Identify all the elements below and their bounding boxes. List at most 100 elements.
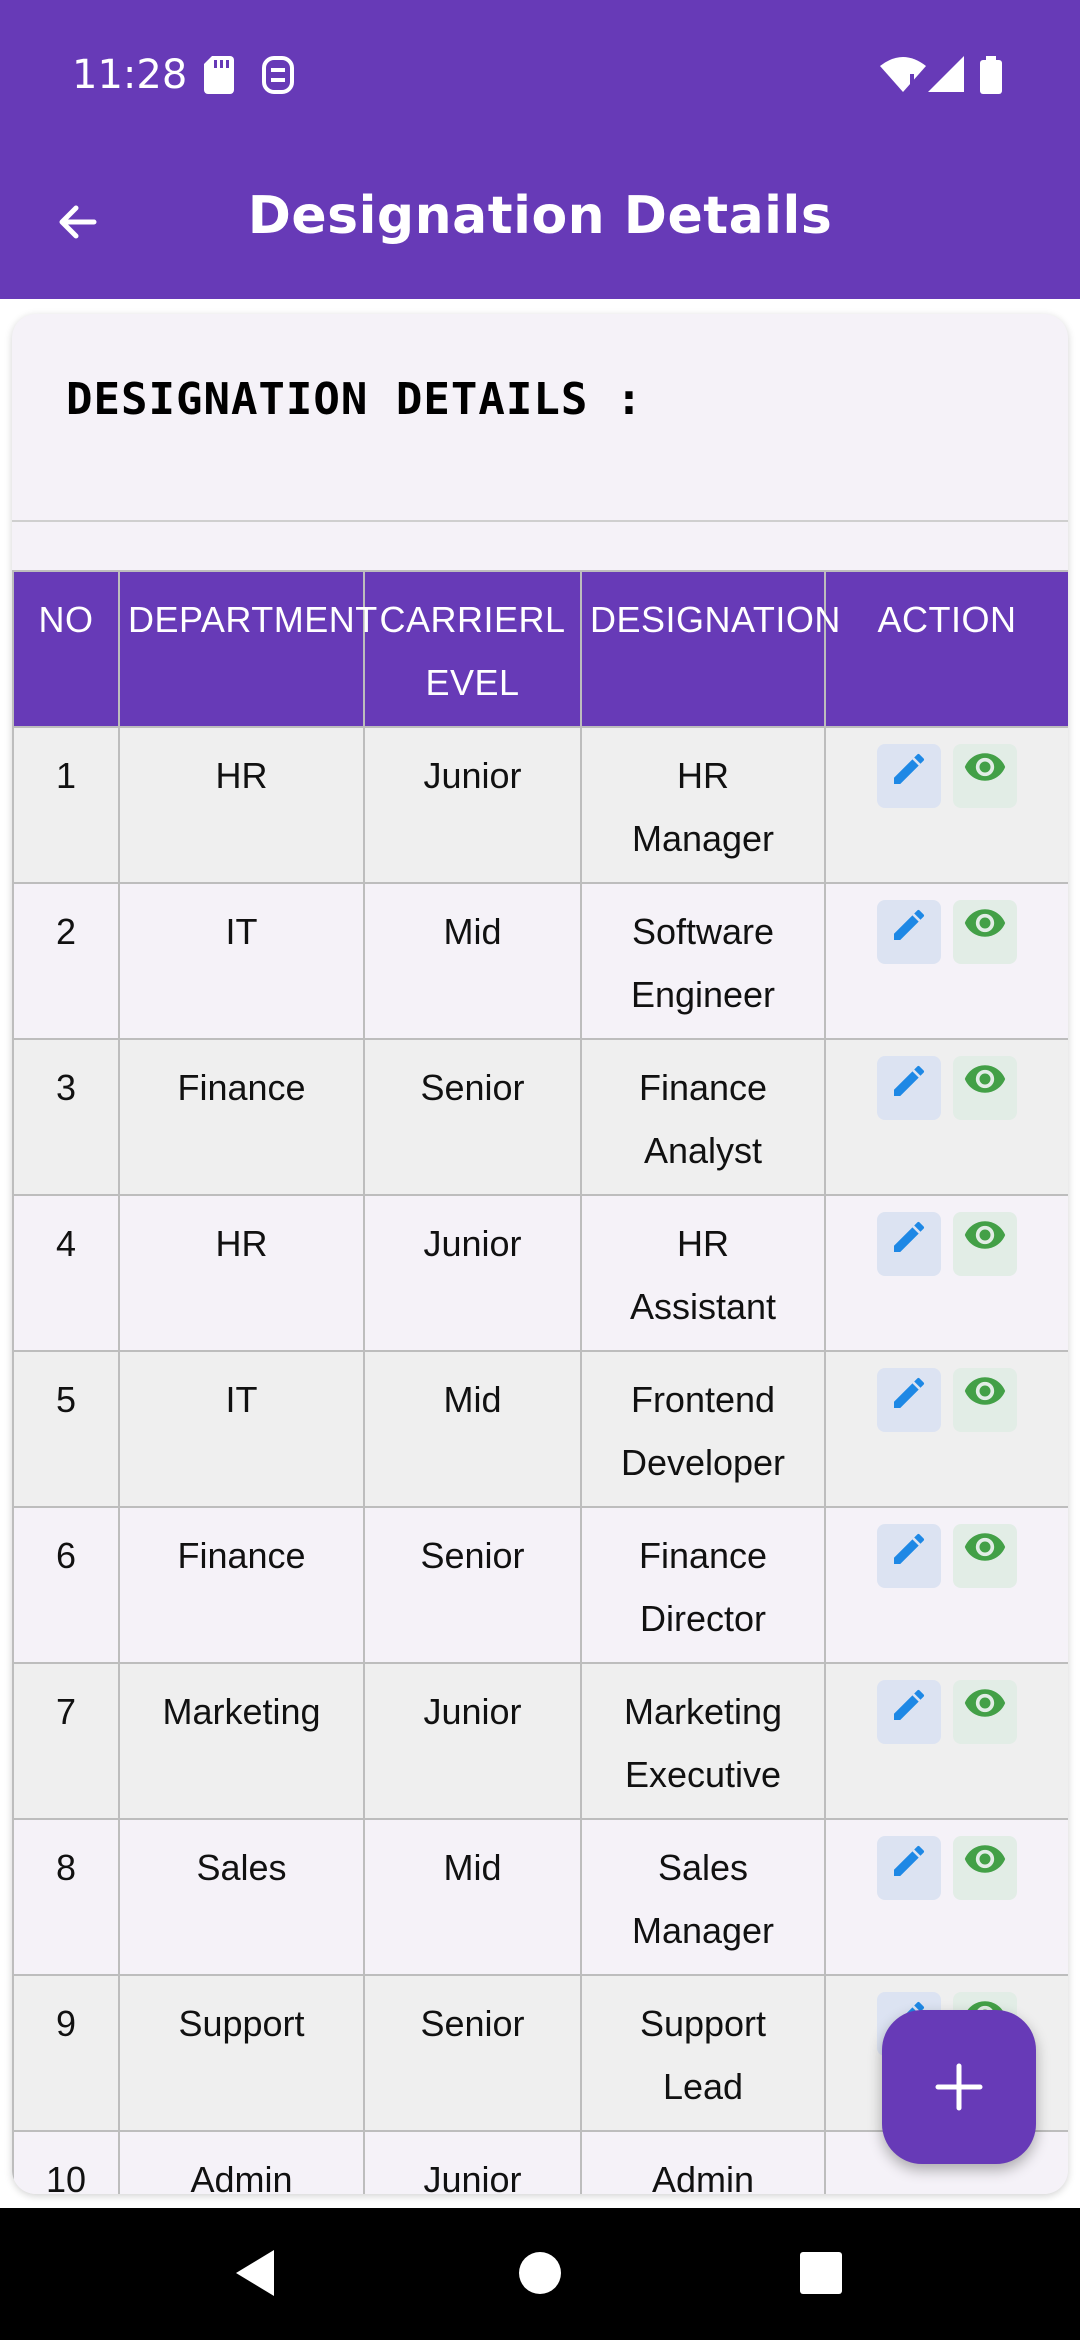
cell-action <box>824 1662 1068 1820</box>
page-title: Designation Details <box>247 186 833 246</box>
cell-department: Marketing <box>118 1662 365 1820</box>
edit-button[interactable] <box>877 1368 941 1432</box>
wifi-icon <box>880 56 926 97</box>
cell-department: Support <box>118 1974 365 2132</box>
pencil-icon <box>889 901 929 964</box>
cell-action <box>824 1350 1068 1508</box>
table-row: 4 HR Junior HR Assistant <box>12 1194 1068 1352</box>
app-bar: Designation Details <box>0 150 1080 299</box>
cell-action <box>824 882 1068 1040</box>
view-button[interactable] <box>953 1836 1017 1900</box>
cell-designation: Software Engineer <box>580 882 826 1040</box>
status-time: 11:28 <box>72 52 188 98</box>
cell-no: 10 <box>12 2130 120 2194</box>
header-carrier-level: CARRIERLEVEL <box>363 570 582 728</box>
view-button[interactable] <box>953 1056 1017 1120</box>
cell-carrier-level: Junior <box>363 1194 582 1352</box>
cell-no: 1 <box>12 726 120 884</box>
cell-no: 7 <box>12 1662 120 1820</box>
battery-icon <box>980 56 1002 99</box>
cell-designation: HR Assistant <box>580 1194 826 1352</box>
cell-action <box>824 726 1068 884</box>
cell-department: Sales <box>118 1818 365 1976</box>
add-designation-button[interactable] <box>882 2010 1036 2164</box>
cell-carrier-level: Junior <box>363 1662 582 1820</box>
cell-no: 4 <box>12 1194 120 1352</box>
accessibility-icon <box>262 56 294 99</box>
cell-carrier-level: Mid <box>363 882 582 1040</box>
cell-department: HR <box>118 1194 365 1352</box>
eye-icon <box>963 1369 1007 1432</box>
cell-carrier-level: Senior <box>363 1974 582 2132</box>
back-triangle-icon[interactable] <box>234 2248 276 2303</box>
pencil-icon <box>889 1681 929 1744</box>
table-header-row: NO DEPARTMENT CARRIERLEVEL DESIGNATION A… <box>12 570 1068 728</box>
cell-no: 2 <box>12 882 120 1040</box>
view-button[interactable] <box>953 1524 1017 1588</box>
edit-button[interactable] <box>877 1056 941 1120</box>
view-button[interactable] <box>953 900 1017 964</box>
header-designation: DESIGNATION <box>580 570 840 728</box>
cell-designation: Admin Executive <box>580 2130 826 2194</box>
cell-designation: Frontend Developer <box>580 1350 826 1508</box>
home-circle-icon[interactable] <box>518 2248 562 2303</box>
divider <box>12 520 1068 522</box>
edit-button[interactable] <box>877 1524 941 1588</box>
cell-action <box>824 1038 1068 1196</box>
cell-action <box>824 1818 1068 1976</box>
edit-button[interactable] <box>877 744 941 808</box>
table-row: 8 Sales Mid Sales Manager <box>12 1818 1068 1976</box>
table-row: 1 HR Junior HR Manager <box>12 726 1068 884</box>
header-action: ACTION <box>824 570 1068 728</box>
pencil-icon <box>889 1525 929 1588</box>
cell-designation: Sales Manager <box>580 1818 826 1976</box>
eye-icon <box>963 1057 1007 1120</box>
cell-action <box>824 1506 1068 1664</box>
cell-no: 8 <box>12 1818 120 1976</box>
signal-icon <box>928 56 964 97</box>
cell-no: 3 <box>12 1038 120 1196</box>
view-button[interactable] <box>953 1680 1017 1744</box>
eye-icon <box>963 1213 1007 1276</box>
pencil-icon <box>889 1369 929 1432</box>
view-button[interactable] <box>953 1212 1017 1276</box>
cell-designation: Finance Analyst <box>580 1038 826 1196</box>
cell-no: 6 <box>12 1506 120 1664</box>
edit-button[interactable] <box>877 900 941 964</box>
eye-icon <box>963 745 1007 808</box>
card-title: DESIGNATION DETAILS : <box>66 374 644 425</box>
edit-button[interactable] <box>877 1680 941 1744</box>
cell-department: Finance <box>118 1506 365 1664</box>
table-row: 2 IT Mid Software Engineer <box>12 882 1068 1040</box>
cell-carrier-level: Mid <box>363 1350 582 1508</box>
table-row: 3 Finance Senior Finance Analyst <box>12 1038 1068 1196</box>
cell-carrier-level: Junior <box>363 726 582 884</box>
system-nav-bar <box>0 2208 1080 2340</box>
cell-designation: Finance Director <box>580 1506 826 1664</box>
eye-icon <box>963 901 1007 964</box>
cell-department: IT <box>118 1350 365 1508</box>
cell-designation: HR Manager <box>580 726 826 884</box>
header-department: DEPARTMENT <box>118 570 377 728</box>
pencil-icon <box>889 1057 929 1120</box>
recents-square-icon[interactable] <box>800 2248 842 2303</box>
cell-carrier-level: Mid <box>363 1818 582 1976</box>
view-button[interactable] <box>953 744 1017 808</box>
view-button[interactable] <box>953 1368 1017 1432</box>
cell-designation: Marketing Executive <box>580 1662 826 1820</box>
cell-action <box>824 1194 1068 1352</box>
cell-department: HR <box>118 726 365 884</box>
cell-department: Finance <box>118 1038 365 1196</box>
pencil-icon <box>889 1213 929 1276</box>
cell-carrier-level: Junior <box>363 2130 582 2194</box>
table-row: 5 IT Mid Frontend Developer <box>12 1350 1068 1508</box>
cell-designation: Support Lead <box>580 1974 826 2132</box>
sd-card-icon <box>204 56 234 99</box>
cell-carrier-level: Senior <box>363 1038 582 1196</box>
cell-carrier-level: Senior <box>363 1506 582 1664</box>
pencil-icon <box>889 1837 929 1900</box>
pencil-icon <box>889 745 929 808</box>
edit-button[interactable] <box>877 1212 941 1276</box>
status-bar: 11:28 <box>0 0 1080 150</box>
edit-button[interactable] <box>877 1836 941 1900</box>
